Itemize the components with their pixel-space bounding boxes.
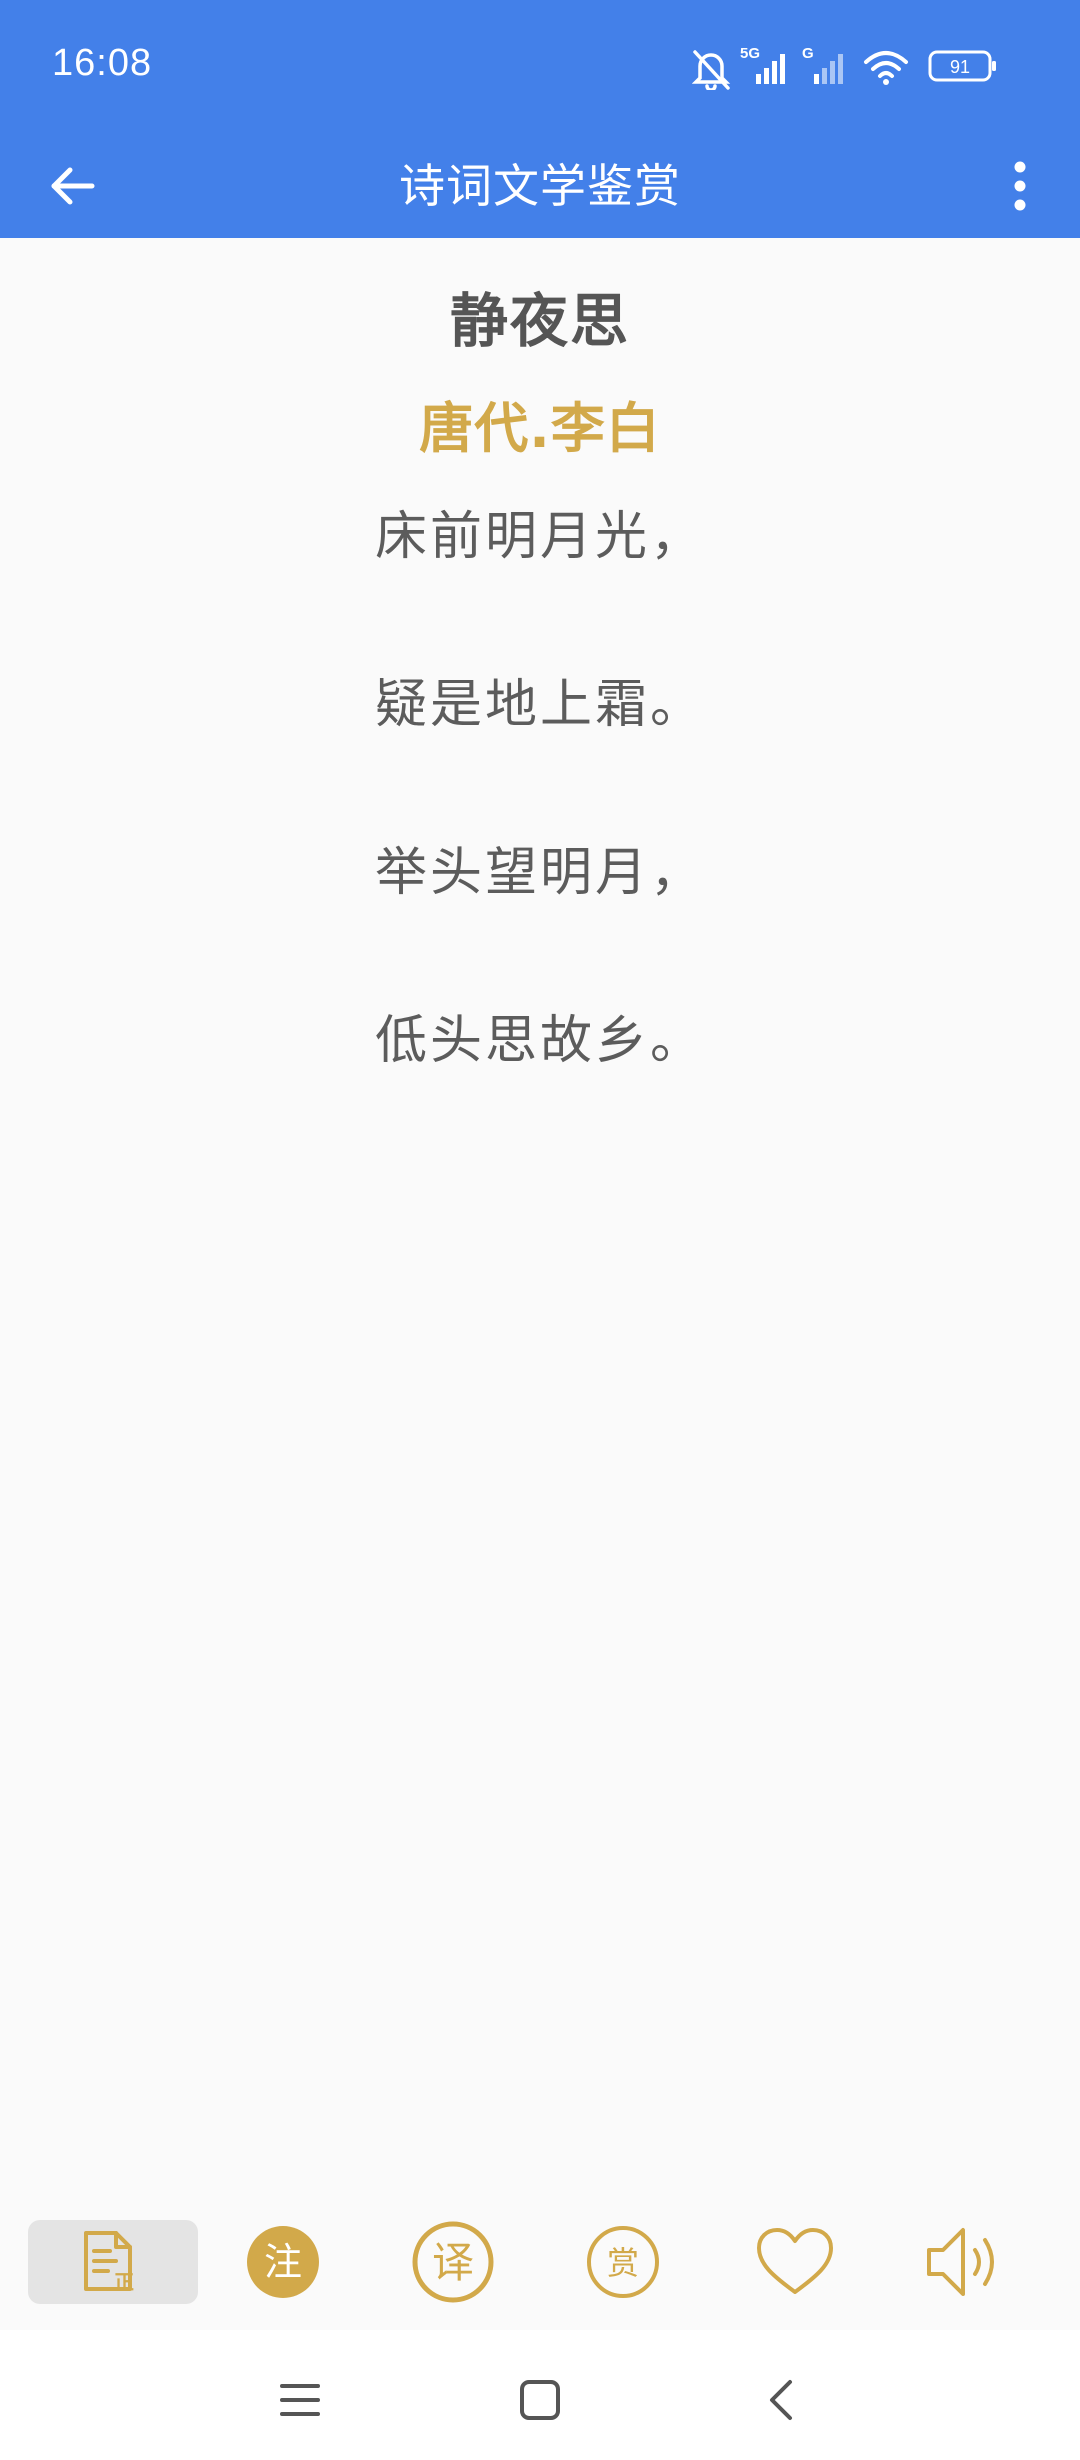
translation-button[interactable]: 译 (368, 2220, 538, 2304)
poem-line: 床前明月光， (374, 507, 705, 567)
more-options-button[interactable] (984, 146, 1056, 226)
poem-line: 疑是地上霜。 (374, 675, 705, 735)
favorite-button[interactable] (710, 2220, 880, 2304)
annotation-circle-icon: 注 (247, 2226, 319, 2298)
annotation-button[interactable]: 注 (198, 2220, 368, 2304)
annotation-label: 注 (264, 2240, 302, 2284)
document-original-icon: 正 (84, 2231, 134, 2294)
home-button[interactable] (500, 2360, 580, 2440)
appreciation-label: 赏 (607, 2244, 639, 2282)
appreciation-circle-icon: 赏 (587, 2226, 659, 2298)
poem-title: 静夜思 (449, 287, 630, 355)
screen: 16:08 5G G 91 诗词文学鉴赏 静夜思 唐代.李白 床前明月光， 疑是… (0, 0, 1080, 2460)
home-square-icon (520, 2380, 560, 2420)
status-time: 16:08 (52, 42, 153, 84)
app-title: 诗词文学鉴赏 (399, 159, 681, 213)
speaker-icon (927, 2228, 994, 2296)
status-bar: 16:08 5G G 91 (0, 0, 1080, 134)
network-2-label: G (802, 45, 814, 62)
heart-icon (757, 2228, 833, 2294)
original-text-label: 正 (114, 2270, 134, 2294)
appreciation-button[interactable]: 赏 (538, 2220, 708, 2304)
poem-author: 唐代.李白 (419, 397, 661, 460)
battery-level: 91 (950, 57, 970, 77)
back-chevron-icon (770, 2380, 792, 2420)
bottom-toolbar: 正 注 译 赏 (0, 2210, 1080, 2322)
battery-icon: 91 (928, 50, 996, 82)
network-1-label: 5G (740, 45, 760, 62)
bell-muted-icon (692, 50, 731, 90)
translation-circle-icon: 译 (412, 2221, 494, 2303)
signal-5g-icon: 5G (740, 45, 785, 84)
recent-apps-button[interactable] (260, 2360, 340, 2440)
more-vertical-icon (1014, 161, 1026, 211)
system-back-button[interactable] (740, 2360, 820, 2440)
navigation-bar (0, 2330, 1080, 2460)
app-bar: 诗词文学鉴赏 (0, 134, 1080, 238)
signal-g-icon: G (802, 45, 843, 84)
poem-line: 低头思故乡。 (374, 1011, 705, 1071)
poem-line: 举头望明月， (374, 843, 705, 903)
read-aloud-button[interactable] (880, 2220, 1050, 2304)
translation-label: 译 (432, 2238, 474, 2287)
menu-icon (280, 2384, 320, 2416)
status-icons: 5G G 91 (692, 45, 996, 90)
original-text-button[interactable]: 正 (28, 2220, 198, 2304)
wifi-icon (864, 51, 908, 85)
